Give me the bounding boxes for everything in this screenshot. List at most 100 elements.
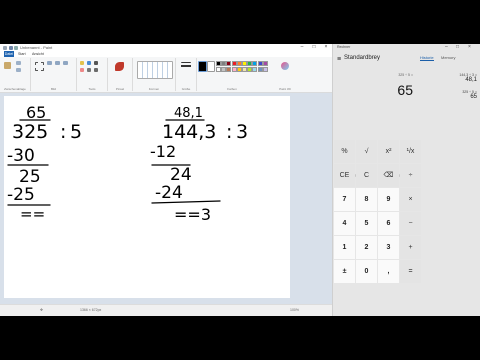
eraser-icon[interactable] <box>80 68 84 72</box>
key-0-button[interactable]: 0 <box>356 260 377 283</box>
key-backspace-button[interactable]: ⌫ <box>378 164 399 187</box>
tools-group: Tools <box>77 58 108 91</box>
key-percent-button[interactable]: % <box>334 140 355 163</box>
palette-swatch[interactable] <box>262 66 268 72</box>
shapes-group: Formen <box>133 58 176 91</box>
clipboard-label: Zwischenablage <box>4 87 26 91</box>
right-sub2: -24 <box>155 183 183 203</box>
key-sqrt-button[interactable]: √ <box>356 140 377 163</box>
canvas-area: 65 325 : 5 -30 25 -25 == 48,1 144,3 : 3 … <box>0 93 332 304</box>
undo-icon[interactable] <box>14 45 18 50</box>
text-icon[interactable] <box>94 61 98 65</box>
left-quotient: 65 <box>26 103 46 122</box>
shapes-gallery[interactable] <box>137 61 173 79</box>
colors-label: Farben <box>227 87 237 91</box>
zoom-level: 100% <box>290 308 299 312</box>
calc-maximize-button[interactable]: □ <box>456 44 459 50</box>
image-group: Bild <box>31 58 77 91</box>
paint-ribbon: Zwischenablage Bild Tools Pinsel Formen … <box>0 57 332 93</box>
line-width-icon[interactable] <box>181 62 191 70</box>
paint-app-icon <box>3 45 7 50</box>
cut-icon[interactable] <box>16 61 21 65</box>
save-icon[interactable] <box>9 45 13 50</box>
key-square-button[interactable]: x² <box>378 140 399 163</box>
paint-title: Unbenannt - Paint <box>20 45 53 50</box>
close-button[interactable]: × <box>320 44 332 51</box>
key-6-button[interactable]: 6 <box>378 212 399 235</box>
right-sep: : <box>226 121 232 143</box>
left-divisor: 5 <box>70 121 82 143</box>
paint-window: Unbenannt - Paint – □ × Datei Start Ansi… <box>0 44 332 317</box>
color-2-swatch[interactable] <box>207 61 215 72</box>
tab-memory[interactable]: Memory <box>441 55 455 60</box>
clipboard-group: Zwischenablage <box>0 58 31 91</box>
paste-icon[interactable] <box>4 62 11 69</box>
left-rem2: == <box>20 205 45 223</box>
key-decimal-button[interactable]: , <box>378 260 399 283</box>
key-5-button[interactable]: 5 <box>356 212 377 235</box>
color-picker-icon[interactable] <box>87 68 91 72</box>
left-sub2: -25 <box>7 185 35 205</box>
magnifier-icon[interactable] <box>94 68 98 72</box>
maximize-button[interactable]: □ <box>308 44 320 51</box>
drawing-canvas[interactable]: 65 325 : 5 -30 25 -25 == 48,1 144,3 : 3 … <box>4 96 290 298</box>
right-sub1: -12 <box>150 142 176 161</box>
select-icon[interactable] <box>35 62 44 71</box>
calc-minimize-button[interactable]: – <box>445 44 448 50</box>
fill-icon[interactable] <box>87 61 91 65</box>
right-rem1: 24 <box>170 165 192 185</box>
key-8-button[interactable]: 8 <box>356 188 377 211</box>
key-1-button[interactable]: 1 <box>334 236 355 259</box>
right-quotient: 48,1 <box>174 106 203 121</box>
resize-icon[interactable] <box>55 61 60 65</box>
image-label: Bild <box>50 87 56 91</box>
copy-icon[interactable] <box>16 68 21 72</box>
handwriting-layer: 65 325 : 5 -30 25 -25 == 48,1 144,3 : 3 … <box>7 103 248 224</box>
shapes-label: Formen <box>148 87 160 91</box>
palette-swatch[interactable] <box>262 61 268 66</box>
tab-history[interactable]: Historie <box>420 55 434 61</box>
key-2-button[interactable]: 2 <box>356 236 377 259</box>
hamburger-menu-icon[interactable]: ≡ <box>337 56 341 63</box>
key-reciprocal-button[interactable]: ¹/x <box>400 140 421 163</box>
color-1-swatch[interactable] <box>198 61 207 72</box>
key-9-button[interactable]: 9 <box>378 188 399 211</box>
right-dividend: 144,3 <box>162 121 216 143</box>
rotate-icon[interactable] <box>63 61 68 65</box>
tools-label: Tools <box>88 87 96 91</box>
key-clear-button[interactable]: C <box>356 164 377 187</box>
key-equals-button[interactable]: = <box>400 260 421 283</box>
paint3d-group: Paint 3D <box>270 58 300 91</box>
crop-icon[interactable] <box>47 61 52 65</box>
calculator-title: Rechner <box>337 45 351 49</box>
left-dividend: 325 <box>12 121 48 143</box>
brushes-group: Pinsel <box>108 58 133 91</box>
desktop: Unbenannt - Paint – □ × Datei Start Ansi… <box>0 44 480 317</box>
key-plus-button[interactable]: + <box>400 236 421 259</box>
brushes-label: Pinsel <box>115 87 125 91</box>
minimize-button[interactable]: – <box>296 44 308 51</box>
calc-close-button[interactable]: × <box>468 44 471 50</box>
key-multiply-button[interactable]: × <box>400 188 421 211</box>
cursor-icon: ✥ <box>40 308 43 312</box>
key-negate-button[interactable]: ± <box>334 260 355 283</box>
history-result-2[interactable]: 65 <box>433 94 477 100</box>
paint3d-icon[interactable] <box>281 62 289 70</box>
key-minus-button[interactable]: − <box>400 212 421 235</box>
size-label: Größe <box>181 87 191 91</box>
key-clear-entry-button[interactable]: CE <box>334 164 355 187</box>
calculator-window: Rechner – □ × ≡ Standardbrey Historie Me… <box>332 44 480 316</box>
key-4-button[interactable]: 4 <box>334 212 355 235</box>
key-divide-button[interactable]: ÷ <box>400 164 421 187</box>
colors-group: Farben <box>197 58 268 91</box>
paint3d-label: Paint 3D <box>279 87 291 91</box>
canvas-size: 1366 × 672px <box>80 308 102 312</box>
history-result-1[interactable]: 48,1 <box>433 77 477 83</box>
brush-icon[interactable] <box>115 62 124 71</box>
key-3-button[interactable]: 3 <box>378 236 399 259</box>
pencil-icon[interactable] <box>80 61 84 65</box>
calc-expression: 325 ÷ 5 = <box>398 73 413 77</box>
key-7-button[interactable]: 7 <box>334 188 355 211</box>
calculator-mode: Standardbrey <box>344 55 381 61</box>
size-group: Größe <box>176 58 197 91</box>
